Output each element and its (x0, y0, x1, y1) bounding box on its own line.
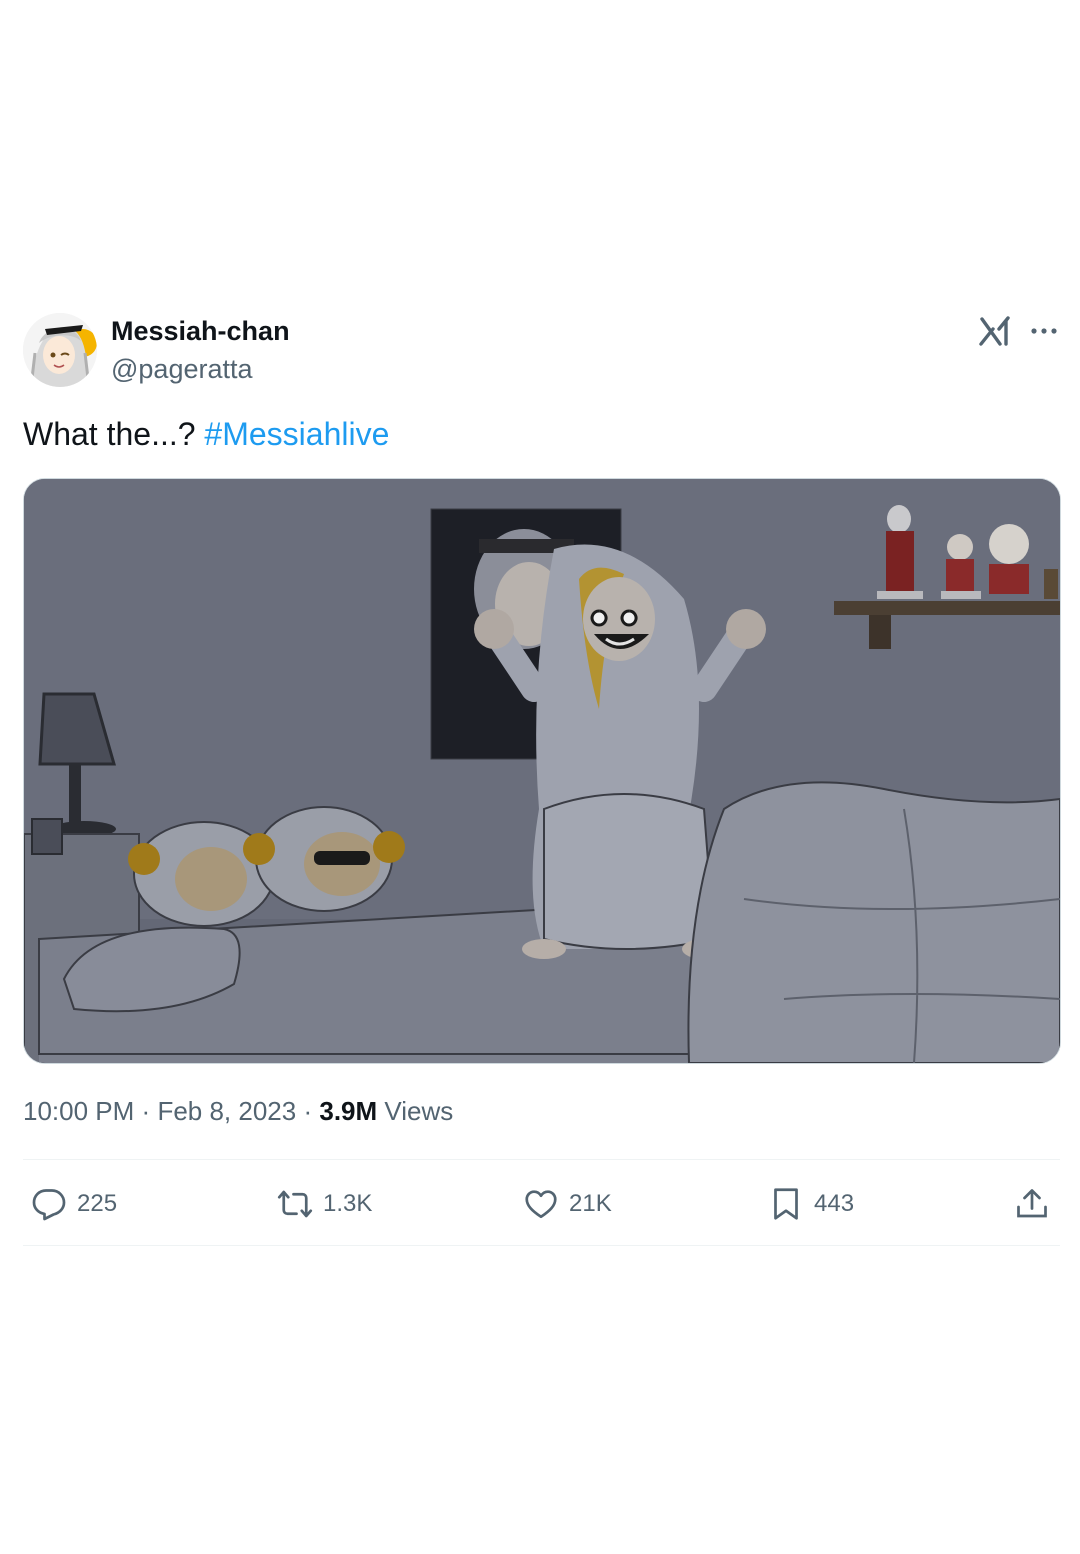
author-display-name[interactable]: Messiah-chan (111, 314, 290, 348)
share-icon (1017, 1189, 1047, 1218)
divider (23, 1159, 1060, 1160)
tweet-meta: 10:00 PM · Feb 8, 2023 · 3.9M Views (23, 1094, 453, 1128)
bookmark-button[interactable]: 443 (768, 1184, 854, 1224)
heart-icon (525, 1190, 557, 1219)
avatar-image (23, 313, 97, 387)
x-logo-icon[interactable] (978, 313, 1012, 347)
tweet-date[interactable]: Feb 8, 2023 (157, 1096, 296, 1126)
repost-count: 1.3K (323, 1190, 373, 1217)
reply-button[interactable]: 225 (31, 1184, 117, 1224)
hashtag-link[interactable]: #Messiahlive (204, 416, 389, 452)
bedroom-illustration (24, 479, 1060, 1063)
repost-button[interactable]: 1.3K (277, 1184, 372, 1224)
tweet-text-body: What the...? (23, 416, 196, 452)
like-button[interactable]: 21K (523, 1184, 612, 1224)
divider (23, 1245, 1060, 1246)
author-handle[interactable]: @pageratta (111, 352, 253, 386)
bookmark-icon (774, 1188, 798, 1220)
tweet-time[interactable]: 10:00 PM (23, 1096, 134, 1126)
meta-separator: · (141, 1096, 151, 1126)
views-label: Views (384, 1096, 454, 1126)
more-options-icon[interactable] (1026, 316, 1062, 346)
share-button[interactable] (1014, 1184, 1060, 1224)
tweet-media-image[interactable] (23, 478, 1061, 1064)
meta-separator: · (303, 1096, 313, 1126)
bookmark-count: 443 (814, 1190, 855, 1217)
reply-count: 225 (77, 1190, 118, 1217)
repost-icon (277, 1190, 313, 1218)
tweet-card: Messiah-chan @pageratta What the...? #Me… (0, 0, 1080, 1554)
tweet-text: What the...? #Messiahlive (23, 414, 389, 454)
like-count: 21K (569, 1190, 612, 1217)
views-count: 3.9M (319, 1096, 378, 1126)
reply-icon (32, 1189, 66, 1221)
author-avatar[interactable] (23, 313, 97, 387)
